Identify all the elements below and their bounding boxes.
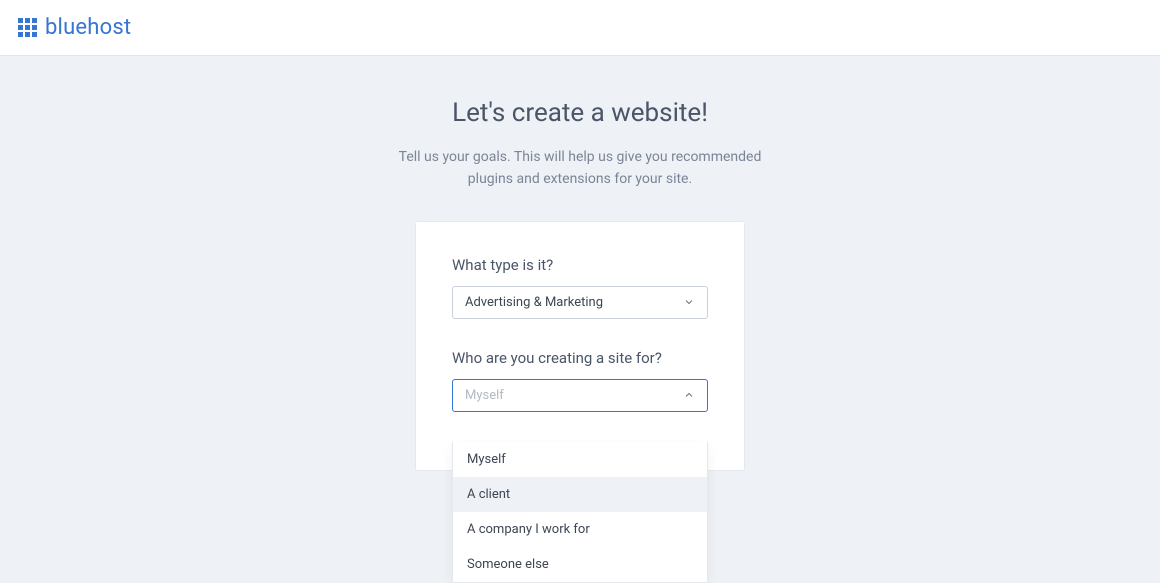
page-title: Let's create a website! [452, 98, 708, 128]
chevron-up-icon [683, 389, 695, 401]
audience-dropdown: MyselfA clientA company I work forSomeon… [452, 442, 708, 583]
field-type: What type is it? Advertising & Marketing [452, 256, 708, 319]
type-select[interactable]: Advertising & Marketing [452, 286, 708, 319]
audience-label: Who are you creating a site for? [452, 349, 708, 367]
brand-logo[interactable]: bluehost [18, 15, 131, 40]
type-select-value: Advertising & Marketing [465, 295, 603, 310]
chevron-down-icon [683, 296, 695, 308]
audience-option[interactable]: A client [453, 477, 707, 512]
onboarding-card: What type is it? Advertising & Marketing… [415, 221, 745, 471]
main-content: Let's create a website! Tell us your goa… [0, 56, 1160, 471]
audience-option[interactable]: Myself [453, 442, 707, 477]
field-audience: Who are you creating a site for? Myself [452, 349, 708, 412]
brand-name: bluehost [45, 15, 131, 40]
type-label: What type is it? [452, 256, 708, 274]
app-header: bluehost [0, 0, 1160, 56]
grid-icon [18, 18, 37, 37]
audience-option[interactable]: A company I work for [453, 512, 707, 547]
audience-select-placeholder: Myself [465, 388, 504, 403]
audience-option[interactable]: Someone else [453, 547, 707, 582]
page-subtitle: Tell us your goals. This will help us gi… [380, 146, 780, 191]
audience-select[interactable]: Myself [452, 379, 708, 412]
